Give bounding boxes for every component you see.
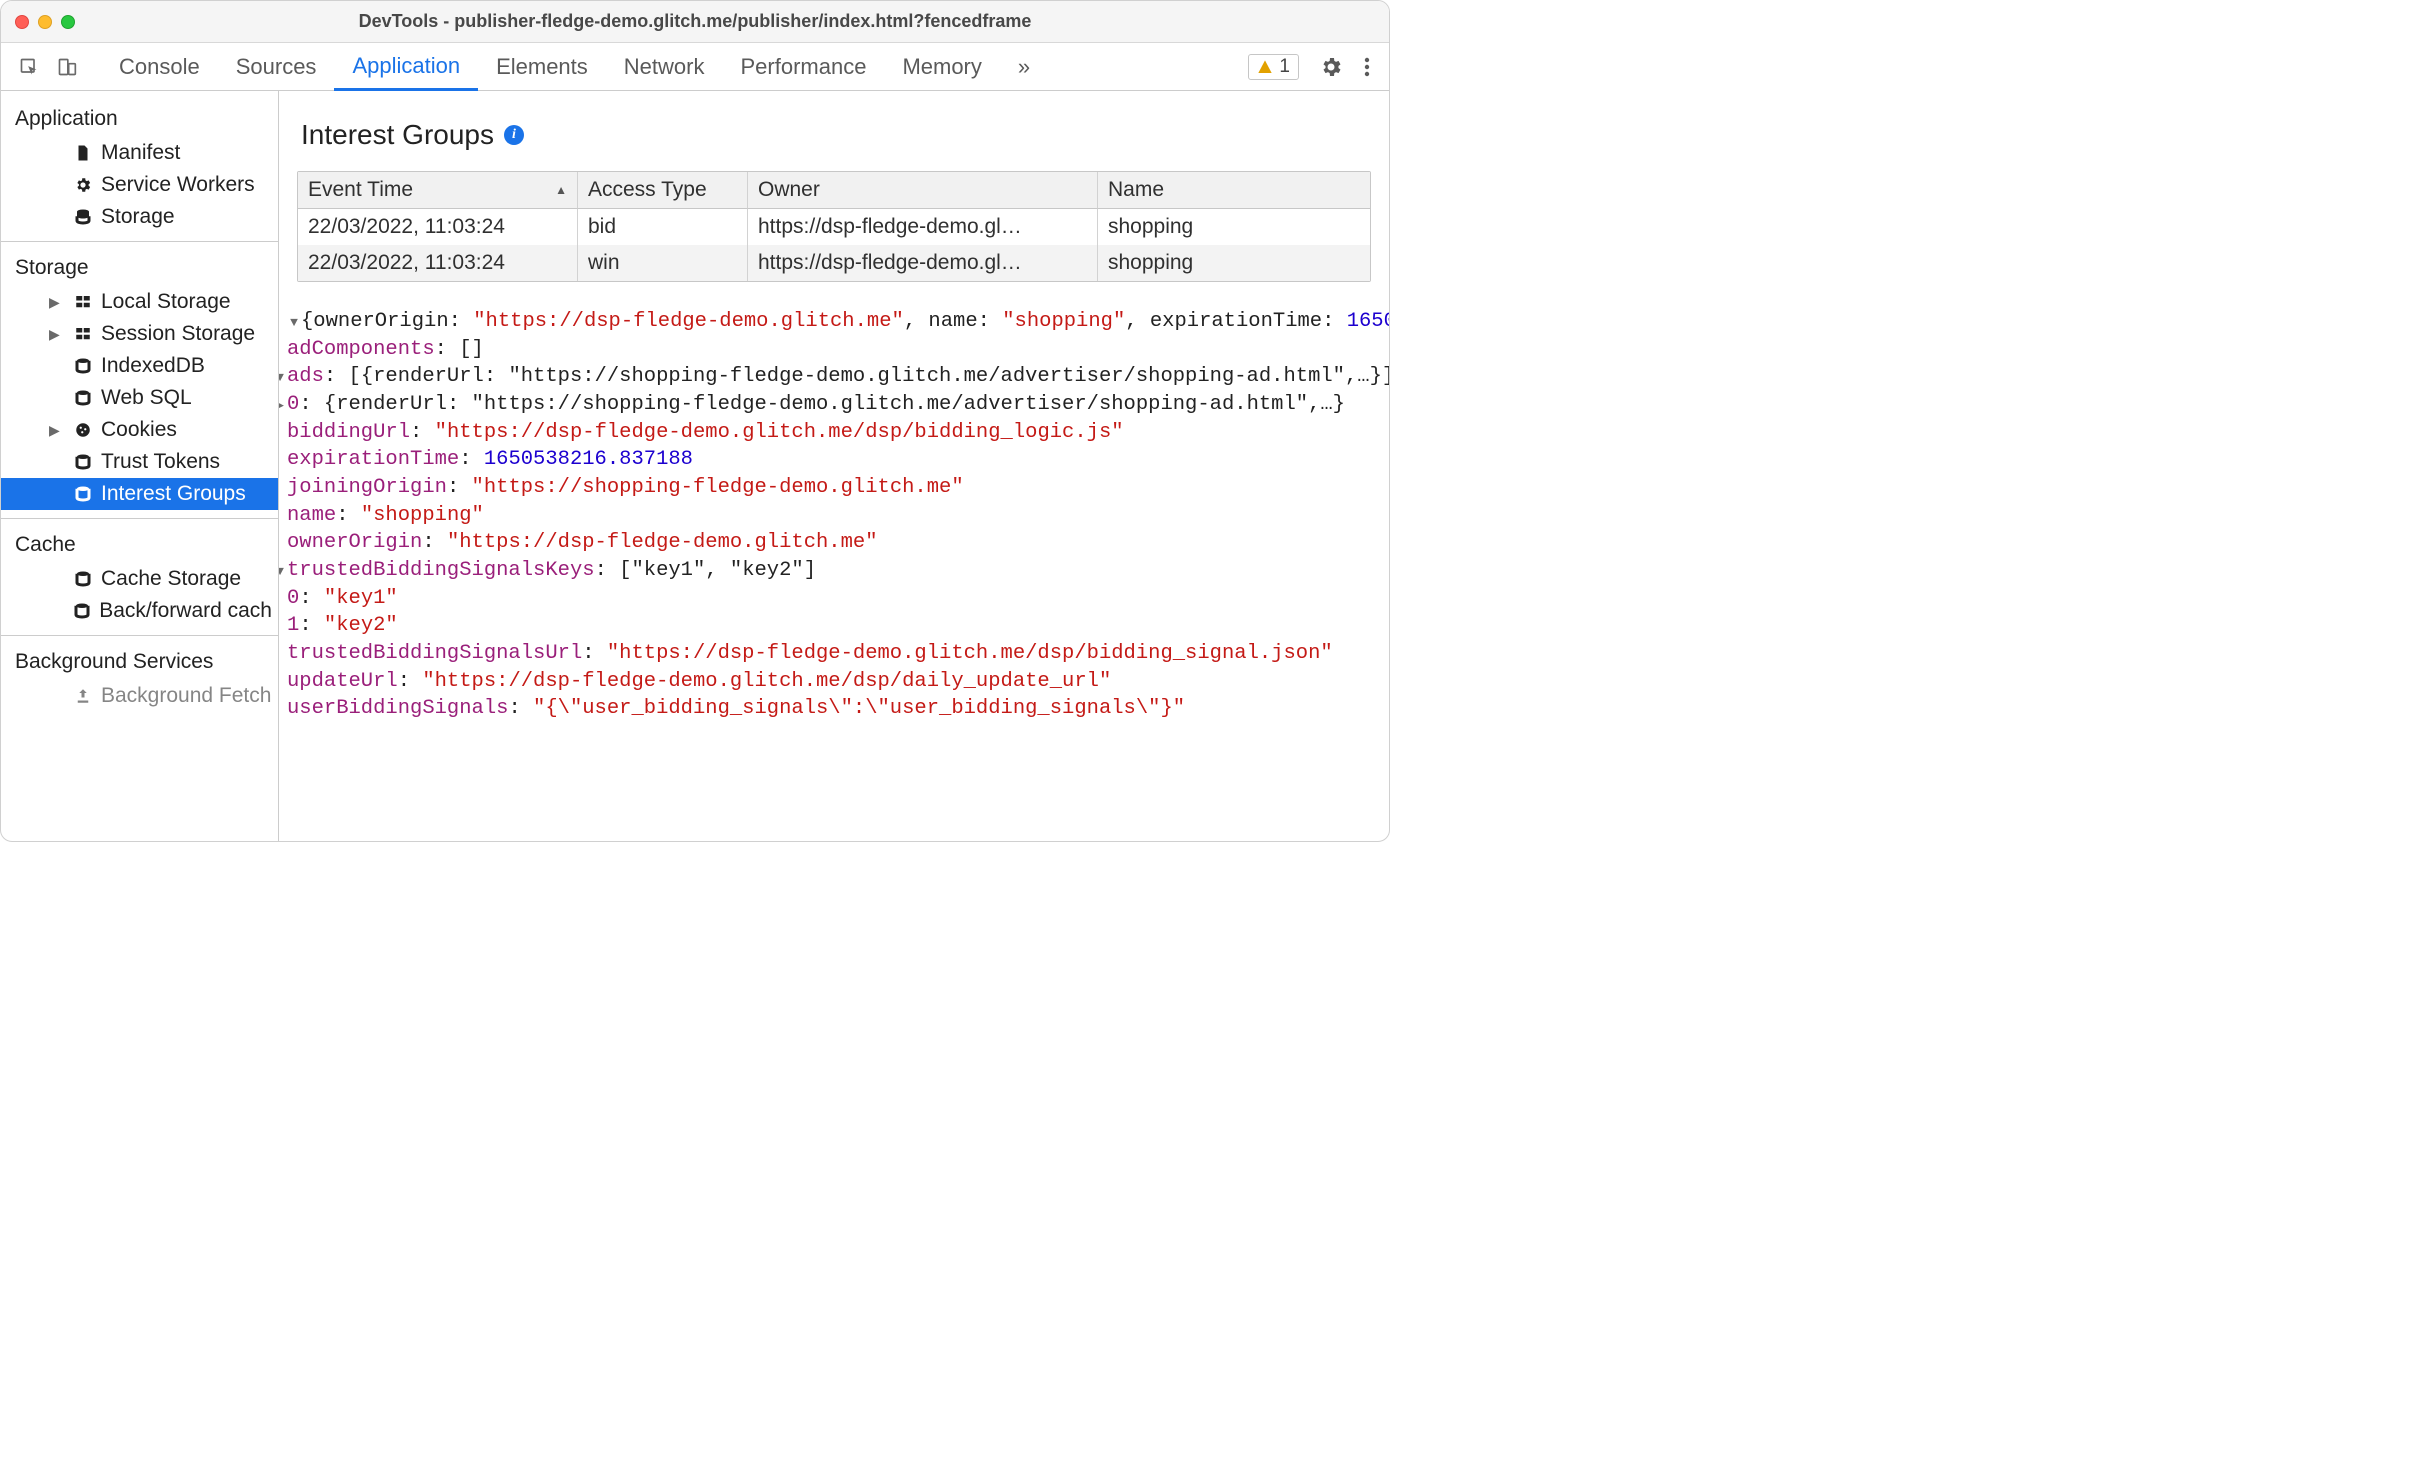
file-icon: [73, 144, 93, 162]
more-options-icon[interactable]: [1363, 55, 1371, 79]
detail-prop-joiningorigin[interactable]: joiningOrigin: "https://shopping-fledge-…: [287, 474, 1381, 502]
tab-performance[interactable]: Performance: [722, 43, 884, 90]
panel-title: Interest Groups i: [279, 91, 1389, 171]
tab-console[interactable]: Console: [101, 43, 218, 90]
expand-caret-icon[interactable]: ▶: [49, 294, 60, 311]
sidebar-item-local-storage[interactable]: ▶ Local Storage: [1, 286, 278, 318]
sidebar-item-service-workers[interactable]: Service Workers: [1, 169, 278, 201]
grid-icon: [73, 293, 93, 311]
tab-application[interactable]: Application: [334, 44, 478, 91]
table-header: Event Time ▲ Access Type Owner Name: [298, 172, 1370, 209]
sidebar-item-trust-tokens[interactable]: Trust Tokens: [1, 446, 278, 478]
sidebar-item-session-storage[interactable]: ▶ Session Storage: [1, 318, 278, 350]
devtools-window: DevTools - publisher-fledge-demo.glitch.…: [0, 0, 1390, 842]
database-icon: [73, 485, 93, 503]
warning-icon: [1257, 59, 1273, 75]
tab-elements[interactable]: Elements: [478, 43, 606, 90]
detail-prop-tbsu[interactable]: trustedBiddingSignalsUrl: "https://dsp-f…: [287, 640, 1381, 668]
main-panel: Interest Groups i Event Time ▲ Access Ty…: [279, 91, 1389, 841]
window-title: DevTools - publisher-fledge-demo.glitch.…: [1, 11, 1389, 32]
detail-summary[interactable]: ▼{ownerOrigin: "https://dsp-fledge-demo.…: [287, 308, 1381, 336]
detail-prop-userbiddingsignals[interactable]: userBiddingSignals: "{\"user_bidding_sig…: [287, 695, 1381, 723]
collapse-caret-icon[interactable]: ▼: [287, 314, 301, 332]
sidebar-section-storage[interactable]: Storage: [1, 250, 278, 286]
close-window-button[interactable]: [15, 15, 29, 29]
minimize-window-button[interactable]: [38, 15, 52, 29]
table-row[interactable]: 22/03/2022, 11:03:24 win https://dsp-fle…: [298, 245, 1370, 281]
sidebar-section-application[interactable]: Application: [1, 101, 278, 137]
expand-caret-icon[interactable]: ▶: [49, 326, 60, 343]
detail-prop-tbsk[interactable]: ▼trustedBiddingSignalsKeys: ["key1", "ke…: [279, 557, 1381, 585]
table-row[interactable]: 22/03/2022, 11:03:24 bid https://dsp-fle…: [298, 209, 1370, 245]
settings-icon[interactable]: [1319, 55, 1343, 79]
collapse-caret-icon[interactable]: ▼: [279, 563, 287, 581]
detail-prop-ads-0[interactable]: ▶0: {renderUrl: "https://shopping-fledge…: [279, 391, 1381, 419]
sort-asc-icon: ▲: [555, 183, 567, 197]
th-event-time[interactable]: Event Time ▲: [298, 172, 578, 209]
info-icon[interactable]: i: [504, 125, 524, 145]
detail-prop-biddingurl[interactable]: biddingUrl: "https://dsp-fledge-demo.gli…: [287, 419, 1381, 447]
sidebar-item-cache-storage[interactable]: Cache Storage: [1, 563, 278, 595]
tab-memory[interactable]: Memory: [884, 43, 999, 90]
database-icon: [73, 389, 93, 407]
detail-prop-ads[interactable]: ▼ads: [{renderUrl: "https://shopping-fle…: [279, 363, 1381, 391]
expand-caret-icon[interactable]: ▶: [279, 397, 287, 415]
tab-strip: Console Sources Application Elements Net…: [1, 43, 1389, 91]
warnings-badge[interactable]: 1: [1248, 54, 1299, 80]
detail-prop-updateurl[interactable]: updateUrl: "https://dsp-fledge-demo.glit…: [287, 668, 1381, 696]
database-icon: [73, 208, 93, 226]
detail-prop-tbsk-1[interactable]: 1: "key2": [287, 612, 1381, 640]
warning-count: 1: [1279, 56, 1290, 78]
titlebar: DevTools - publisher-fledge-demo.glitch.…: [1, 1, 1389, 43]
gear-icon: [73, 176, 93, 194]
inspect-element-icon[interactable]: [19, 55, 39, 79]
sidebar-item-background-fetch[interactable]: Background Fetch: [1, 680, 278, 712]
panel-body: Application Manifest Service Workers Sto…: [1, 91, 1389, 841]
detail-prop-adcomponents[interactable]: adComponents: []: [287, 336, 1381, 364]
sidebar: Application Manifest Service Workers Sto…: [1, 91, 279, 841]
window-controls: [15, 15, 75, 29]
object-detail-view: ▼{ownerOrigin: "https://dsp-fledge-demo.…: [279, 308, 1389, 841]
tabs-overflow[interactable]: »: [1000, 43, 1048, 90]
cookie-icon: [73, 421, 93, 439]
database-icon: [73, 357, 93, 375]
database-icon: [73, 453, 93, 471]
interest-groups-table: Event Time ▲ Access Type Owner Name 22/0…: [297, 171, 1371, 282]
sidebar-item-indexeddb[interactable]: IndexedDB: [1, 350, 278, 382]
tab-network[interactable]: Network: [606, 43, 723, 90]
sidebar-item-back-forward-cache[interactable]: Back/forward cach: [1, 595, 278, 627]
detail-prop-ownerorigin[interactable]: ownerOrigin: "https://dsp-fledge-demo.gl…: [287, 529, 1381, 557]
grid-icon: [73, 325, 93, 343]
expand-caret-icon[interactable]: ▶: [49, 422, 60, 439]
sidebar-item-manifest[interactable]: Manifest: [1, 137, 278, 169]
collapse-caret-icon[interactable]: ▼: [279, 369, 287, 387]
database-icon: [73, 602, 91, 620]
database-icon: [73, 570, 93, 588]
sidebar-item-storage[interactable]: Storage: [1, 201, 278, 233]
device-toolbar-icon[interactable]: [57, 55, 77, 79]
th-name[interactable]: Name: [1098, 172, 1370, 209]
sidebar-section-background[interactable]: Background Services: [1, 644, 278, 680]
sidebar-item-cookies[interactable]: ▶ Cookies: [1, 414, 278, 446]
th-owner[interactable]: Owner: [748, 172, 1098, 209]
detail-prop-expirationtime[interactable]: expirationTime: 1650538216.837188: [287, 446, 1381, 474]
sidebar-section-cache[interactable]: Cache: [1, 527, 278, 563]
detail-prop-tbsk-0[interactable]: 0: "key1": [287, 585, 1381, 613]
sidebar-item-interest-groups[interactable]: Interest Groups: [1, 478, 278, 510]
upload-icon: [73, 687, 93, 705]
maximize-window-button[interactable]: [61, 15, 75, 29]
tab-sources[interactable]: Sources: [218, 43, 335, 90]
th-access-type[interactable]: Access Type: [578, 172, 748, 209]
sidebar-item-websql[interactable]: Web SQL: [1, 382, 278, 414]
detail-prop-name[interactable]: name: "shopping": [287, 502, 1381, 530]
